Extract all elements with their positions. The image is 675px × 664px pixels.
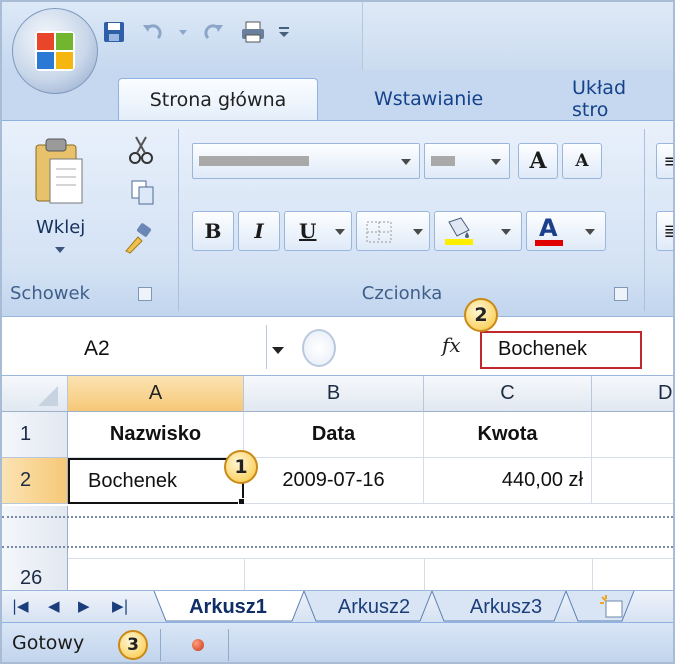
clipboard-launcher-icon[interactable] bbox=[138, 287, 152, 301]
font-size-dropdown-icon bbox=[491, 159, 501, 165]
font-size-combo[interactable] bbox=[424, 143, 510, 179]
row-header-26[interactable]: 26 bbox=[2, 506, 68, 590]
column-header-a[interactable]: A bbox=[68, 376, 244, 412]
row-header-2[interactable]: 2 bbox=[2, 458, 68, 504]
formula-input[interactable]: Bochenek bbox=[480, 331, 642, 369]
underline-button[interactable]: U bbox=[284, 211, 352, 251]
sheet-tab-arkusz3[interactable]: Arkusz3 bbox=[444, 591, 568, 623]
copy-icon[interactable] bbox=[130, 179, 156, 209]
grow-font-button[interactable]: A bbox=[518, 143, 558, 179]
insert-sheet-icon[interactable] bbox=[598, 595, 626, 623]
name-box[interactable]: A2 bbox=[84, 337, 110, 361]
tab-insert[interactable]: Wstawianie bbox=[360, 78, 497, 120]
column-header-d[interactable]: D bbox=[592, 376, 673, 412]
sheet-tab-arkusz1[interactable]: Arkusz1 bbox=[166, 591, 290, 623]
status-bar: Gotowy bbox=[2, 622, 673, 662]
tab-home[interactable]: Strona główna bbox=[118, 78, 318, 120]
cell-a1[interactable]: Nazwisko bbox=[68, 412, 244, 458]
tab-page-layout[interactable]: Układ stro bbox=[558, 77, 673, 121]
fill-color-dropdown-icon bbox=[501, 229, 511, 235]
align-top-icon[interactable]: ≡ bbox=[656, 143, 673, 179]
paste-label: Wklej bbox=[36, 217, 86, 238]
align-left-icon[interactable]: ≣ bbox=[656, 211, 673, 251]
font-name-combo[interactable] bbox=[192, 143, 420, 179]
excel-window: Strona główna Wstawianie Układ stro Wkle… bbox=[0, 0, 675, 664]
prev-sheet-icon[interactable]: ◀ bbox=[48, 597, 60, 615]
last-sheet-icon[interactable]: ▶| bbox=[112, 597, 129, 615]
sheet-tab-arkusz2[interactable]: Arkusz2 bbox=[316, 591, 432, 623]
redo-icon[interactable] bbox=[202, 20, 226, 44]
office-button[interactable] bbox=[12, 8, 98, 94]
customize-qat-icon[interactable] bbox=[278, 20, 290, 44]
fill-bucket-icon bbox=[445, 217, 473, 245]
ribbon-tabs: Strona główna Wstawianie Układ stro bbox=[2, 70, 673, 121]
paste-icon bbox=[35, 138, 83, 204]
font-name-dropdown-icon bbox=[401, 159, 411, 165]
undo-icon[interactable] bbox=[140, 20, 164, 44]
borders-dropdown-icon bbox=[413, 229, 423, 235]
underline-dropdown-icon bbox=[335, 229, 345, 235]
sheet-tab-bar: |◀ ◀ ▶ ▶| Arkusz1 Arkusz2 Arkusz3 bbox=[2, 590, 673, 623]
expand-formula-icon[interactable] bbox=[302, 329, 336, 367]
office-logo-icon bbox=[35, 31, 75, 71]
cell-d2[interactable] bbox=[592, 458, 673, 504]
select-all-corner[interactable] bbox=[2, 376, 68, 412]
column-header-b[interactable]: B bbox=[244, 376, 424, 412]
ribbon: Wklej Schowek A A B I U A Czcionka bbox=[2, 120, 673, 316]
font-color-button[interactable]: A bbox=[526, 211, 606, 251]
borders-icon bbox=[366, 221, 392, 243]
shrink-font-button[interactable]: A bbox=[562, 143, 602, 179]
format-painter-icon[interactable] bbox=[122, 223, 154, 259]
formula-bar: A2 fx Bochenek bbox=[2, 316, 673, 376]
font-launcher-icon[interactable] bbox=[614, 287, 628, 301]
cell-c1[interactable]: Kwota bbox=[424, 412, 592, 458]
cut-icon[interactable] bbox=[128, 135, 154, 169]
cell-d1[interactable] bbox=[592, 412, 673, 458]
row-header-1[interactable]: 1 bbox=[2, 412, 68, 458]
undo-dropdown-icon[interactable] bbox=[178, 20, 188, 44]
cell-a2[interactable]: Bochenek bbox=[68, 458, 244, 504]
cell-b1[interactable]: Data bbox=[244, 412, 424, 458]
italic-button[interactable]: I bbox=[238, 211, 280, 251]
next-sheet-icon[interactable]: ▶ bbox=[78, 597, 90, 615]
font-color-dropdown-icon bbox=[585, 229, 595, 235]
row-gap-separator bbox=[2, 516, 673, 518]
macro-record-icon[interactable] bbox=[192, 639, 204, 651]
status-text: Gotowy bbox=[12, 632, 85, 654]
borders-button[interactable] bbox=[356, 211, 430, 251]
row-gap-separator bbox=[2, 546, 673, 548]
cell-c2[interactable]: 440,00 zł bbox=[424, 458, 592, 504]
font-color-swatch bbox=[535, 240, 563, 246]
save-icon[interactable] bbox=[102, 20, 126, 44]
worksheet-grid: A B C D 1 2 26 Nazwisko Data Kwota Boche… bbox=[2, 376, 673, 590]
column-header-c[interactable]: C bbox=[424, 376, 592, 412]
name-box-dropdown-icon[interactable] bbox=[272, 347, 284, 354]
paste-dropdown-icon[interactable] bbox=[55, 247, 65, 253]
print-icon[interactable] bbox=[240, 20, 264, 44]
first-sheet-icon[interactable]: |◀ bbox=[12, 597, 29, 615]
fill-color-button[interactable] bbox=[434, 211, 522, 251]
quick-access-toolbar bbox=[102, 12, 290, 52]
bold-button[interactable]: B bbox=[192, 211, 234, 251]
cell-b2[interactable]: 2009-07-16 bbox=[244, 458, 424, 504]
callout-badge-3: 3 bbox=[118, 630, 148, 660]
callout-badge-2: 2 bbox=[464, 298, 498, 332]
paste-button[interactable] bbox=[32, 137, 98, 227]
font-group-label: Czcionka bbox=[361, 283, 443, 304]
callout-badge-1: 1 bbox=[224, 450, 258, 484]
insert-function-icon[interactable]: fx bbox=[442, 333, 461, 357]
